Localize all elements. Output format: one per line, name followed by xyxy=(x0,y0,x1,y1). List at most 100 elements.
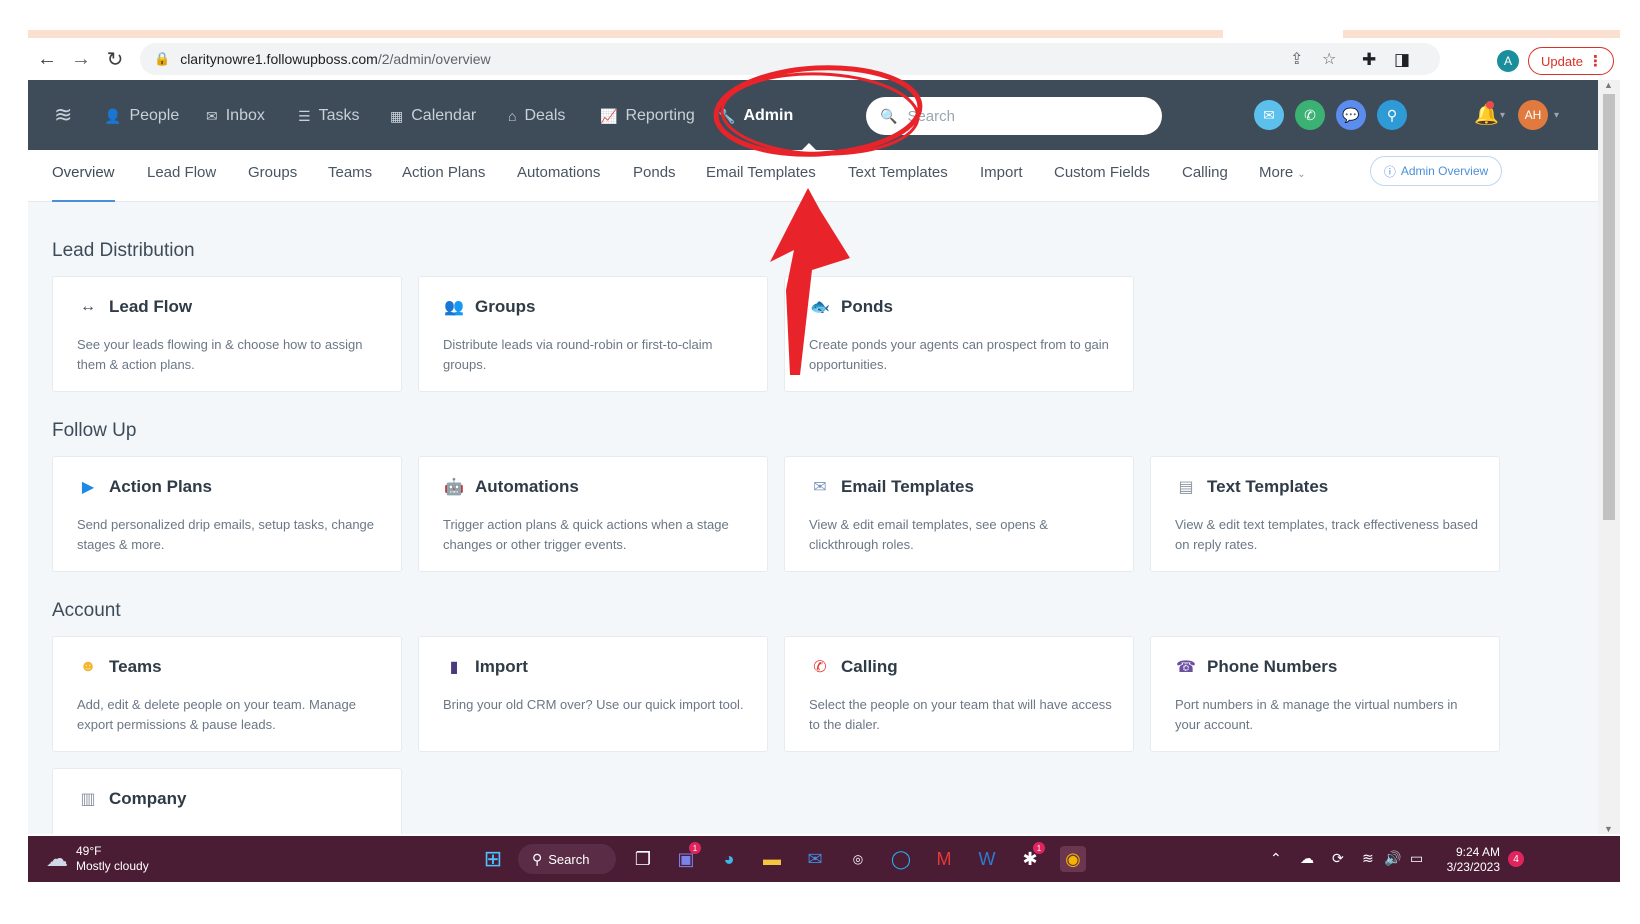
card-phone-numbers[interactable]: ☎ Phone Numbers Port numbers in & manage … xyxy=(1150,636,1500,752)
tab-calling[interactable]: Calling xyxy=(1182,164,1228,202)
tab-automations[interactable]: Automations xyxy=(517,164,600,202)
bookmark-star-icon[interactable]: ☆ xyxy=(1322,49,1336,69)
card-groups[interactable]: 👥 Groups Distribute leads via round-robin… xyxy=(418,276,768,392)
mcafee-icon[interactable]: M xyxy=(931,846,957,872)
nav-deals[interactable]: ⌂ Deals xyxy=(508,104,565,128)
play-icon: ▶ xyxy=(81,479,95,496)
edge-icon[interactable]: ◕ xyxy=(716,846,742,872)
cortana-icon[interactable]: ◯ xyxy=(888,846,914,872)
tab-custom-fields[interactable]: Custom Fields xyxy=(1054,164,1150,202)
tab-text-templates[interactable]: Text Templates xyxy=(848,164,948,202)
tab-import[interactable]: Import xyxy=(980,164,1023,202)
word-icon[interactable]: W xyxy=(974,846,1000,872)
section-heading: Follow Up xyxy=(52,420,137,441)
add-person-icon[interactable]: ⚲ xyxy=(1377,100,1407,130)
groups-icon: 👥 xyxy=(444,299,464,316)
card-text-templates[interactable]: ▤ Text Templates View & edit text templat… xyxy=(1150,456,1500,572)
chevron-down-icon: ▾ xyxy=(1554,110,1560,121)
profile-avatar[interactable]: A xyxy=(1497,50,1519,72)
tab-ponds[interactable]: Ponds xyxy=(633,164,676,202)
scroll-down-icon[interactable]: ▼ xyxy=(1604,824,1613,834)
mail-icon[interactable]: ✉ xyxy=(802,846,828,872)
tab-teams[interactable]: Teams xyxy=(328,164,372,202)
chart-icon: 📈 xyxy=(600,107,618,124)
card-action-plans[interactable]: ▶ Action Plans Send personalized drip ema… xyxy=(52,456,402,572)
import-icon: ▮ xyxy=(449,659,459,676)
nav-people[interactable]: 👤 People xyxy=(104,104,179,128)
reload-icon[interactable]: ↻ xyxy=(100,44,130,74)
file-explorer-icon[interactable]: ▬ xyxy=(759,846,785,872)
scroll-up-icon[interactable]: ▲ xyxy=(1604,80,1613,90)
cloud-icon: ☁ xyxy=(46,846,68,871)
tab-strip xyxy=(28,30,1620,38)
bell-icon[interactable]: 🔔 xyxy=(1474,101,1499,127)
card-email-templates[interactable]: ✉ Email Templates View & edit email templ… xyxy=(784,456,1134,572)
search-box[interactable]: 🔍 xyxy=(866,97,1162,135)
volume-icon[interactable]: 🔊 xyxy=(1384,850,1401,867)
notification-badge[interactable]: 4 xyxy=(1508,851,1524,867)
slack-icon[interactable]: ✱ 1 xyxy=(1017,842,1045,872)
tab-overview[interactable]: Overview xyxy=(52,164,115,202)
tab-groups[interactable]: Groups xyxy=(248,164,297,202)
card-teams[interactable]: ☻ Teams Add, edit & delete people on your… xyxy=(52,636,402,752)
wifi-icon[interactable]: ≋ xyxy=(1362,850,1374,867)
person-icon: 👤 xyxy=(104,107,122,124)
admin-overview-button[interactable]: ⓘ Admin Overview xyxy=(1370,156,1502,186)
tab-action-plans[interactable]: Action Plans xyxy=(402,164,485,202)
battery-icon[interactable]: ▭ xyxy=(1410,850,1423,867)
robot-icon: 🤖 xyxy=(444,479,464,496)
nav-reporting[interactable]: 📈 Reporting xyxy=(600,104,695,128)
nav-inbox[interactable]: ✉ Inbox xyxy=(206,104,265,128)
tab-more[interactable]: More ⌄ xyxy=(1259,164,1306,202)
teams-chat-icon[interactable]: ▣ 1 xyxy=(673,842,701,872)
windows-start-icon[interactable]: ⊞ xyxy=(480,846,506,872)
card-ponds[interactable]: 🐟 Ponds Create ponds your agents can pros… xyxy=(784,276,1134,392)
section-heading: Account xyxy=(52,600,121,621)
avatar[interactable]: AH xyxy=(1518,100,1548,130)
side-panel-icon[interactable]: ◨ xyxy=(1394,50,1410,70)
nav-admin[interactable]: 🔧 Admin xyxy=(718,104,793,128)
system-clock[interactable]: 9:24 AM 3/23/2023 xyxy=(1438,845,1500,875)
call-icon[interactable]: ✆ xyxy=(1295,100,1325,130)
arrows-icon: ↔ xyxy=(80,298,96,315)
tab-email-templates[interactable]: Email Templates xyxy=(706,164,816,202)
phone-icon: ✆ xyxy=(813,659,827,676)
url-field[interactable]: 🔒 claritynowre1.followupboss.com/2/admin… xyxy=(140,43,1440,75)
scrollbar-thumb[interactable] xyxy=(1603,94,1615,520)
update-button[interactable]: Update ⋮ xyxy=(1528,47,1614,75)
dell-icon[interactable]: ◎ xyxy=(845,846,871,872)
document-icon: ▤ xyxy=(1178,479,1194,496)
card-automations[interactable]: 🤖 Automations Trigger action plans & quic… xyxy=(418,456,768,572)
extensions-puzzle-icon[interactable]: ✚ xyxy=(1362,50,1376,70)
chrome-icon[interactable]: ◉ xyxy=(1060,846,1086,872)
weather-widget[interactable]: ☁ 49°F Mostly cloudy xyxy=(46,844,149,874)
card-company[interactable]: ▥ Company xyxy=(52,768,402,834)
card-import[interactable]: ▮ Import Bring your old CRM over? Use our… xyxy=(418,636,768,752)
inbox-icon: ✉ xyxy=(206,107,218,124)
card-lead-flow[interactable]: ↔ Lead Flow See your leads flowing in & c… xyxy=(52,276,402,392)
team-icon: ☻ xyxy=(79,658,97,675)
nav-calendar[interactable]: ▦ Calendar xyxy=(390,104,476,128)
address-bar: ← → ↻ 🔒 claritynowre1.followupboss.com/2… xyxy=(28,38,1620,80)
search-input[interactable] xyxy=(907,107,1128,125)
wrench-icon: 🔧 xyxy=(718,107,736,124)
task-view-icon[interactable]: ❐ xyxy=(630,846,656,872)
forward-icon[interactable]: → xyxy=(66,44,96,74)
page-scrollbar[interactable]: ▲ ▼ xyxy=(1598,80,1620,834)
chevron-down-icon: ▾ xyxy=(1500,110,1506,121)
app-logo-icon[interactable]: ≋ xyxy=(54,102,72,128)
tab-lead-flow[interactable]: Lead Flow xyxy=(147,164,216,202)
onedrive-icon[interactable]: ☁ xyxy=(1300,850,1314,867)
share-icon[interactable]: ⇪ xyxy=(1290,49,1303,69)
taskbar-search[interactable]: ⚲ Search xyxy=(518,844,616,874)
browser-window: ← → ↻ 🔒 claritynowre1.followupboss.com/2… xyxy=(28,30,1620,902)
windows-taskbar: ☁ 49°F Mostly cloudy ⊞ ⚲ Search ❐ ▣ 1 ◕ ▬ … xyxy=(28,836,1620,882)
sync-icon[interactable]: ⟳ xyxy=(1332,850,1344,867)
back-icon[interactable]: ← xyxy=(32,44,62,74)
card-calling[interactable]: ✆ Calling Select the people on your team … xyxy=(784,636,1134,752)
calendar-icon: ▦ xyxy=(390,107,404,124)
text-message-icon[interactable]: 💬 xyxy=(1336,100,1366,130)
email-compose-icon[interactable]: ✉ xyxy=(1254,100,1284,130)
nav-tasks[interactable]: ☰ Tasks xyxy=(298,104,359,128)
tray-overflow-icon[interactable]: ⌃ xyxy=(1270,850,1282,867)
